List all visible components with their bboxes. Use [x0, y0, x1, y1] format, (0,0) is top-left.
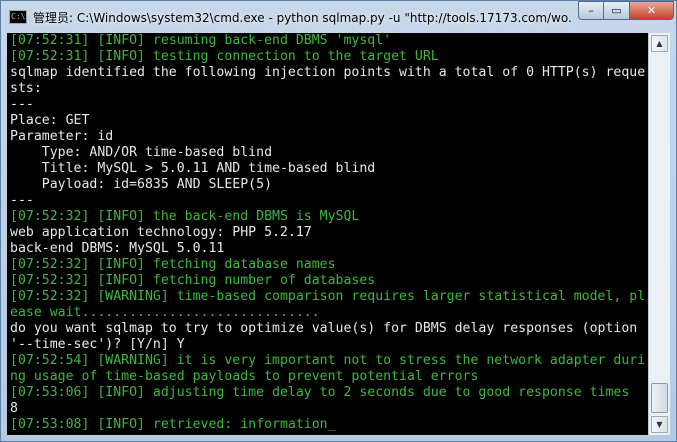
- console-line: 8: [10, 401, 18, 416]
- console-line: [07:53:08] [INFO] retrieved: information…: [10, 417, 336, 432]
- scroll-down-button[interactable]: ▼: [651, 416, 668, 433]
- console-line: [07:52:31] [INFO] testing connection to …: [10, 49, 439, 64]
- console-line: [07:52:54] [WARNING] it is very importan…: [10, 353, 646, 368]
- vertical-scrollbar[interactable]: ▲ ▼: [648, 33, 670, 435]
- console-output[interactable]: [07:52:31] [INFO] resuming back-end DBMS…: [7, 33, 648, 435]
- console-line: Type: AND/OR time-based blind: [10, 145, 273, 160]
- console-line: ---: [10, 193, 34, 208]
- console-line: Payload: id=6835 AND SLEEP(5): [10, 177, 273, 192]
- console-line: '--time-sec')? [Y/n] Y: [10, 337, 185, 352]
- console-line: Parameter: id: [10, 129, 114, 144]
- console-line: Place: GET: [10, 113, 90, 128]
- console-line: web application technology: PHP 5.2.17: [10, 225, 312, 240]
- cmd-window: C:\ 管理员: C:\Windows\system32\cmd.exe - p…: [0, 0, 677, 442]
- scroll-up-button[interactable]: ▲: [651, 35, 668, 52]
- window-title: 管理员: C:\Windows\system32\cmd.exe - pytho…: [33, 10, 573, 25]
- minimize-button[interactable]: –: [578, 1, 604, 20]
- title-bar[interactable]: C:\ 管理员: C:\Windows\system32\cmd.exe - p…: [1, 1, 677, 33]
- console-line: [07:52:32] [INFO] fetching database name…: [10, 257, 336, 272]
- console-line: Title: MySQL > 5.0.11 AND time-based bli…: [10, 161, 376, 176]
- console-line: [07:52:31] [INFO] resuming back-end DBMS…: [10, 33, 392, 48]
- console-line: [07:52:32] [WARNING] time-based comparis…: [10, 289, 646, 304]
- console-line: ---: [10, 97, 34, 112]
- console-line: [07:53:06] [INFO] adjusting time delay t…: [10, 385, 630, 400]
- maximize-button[interactable]: ▭: [604, 1, 630, 20]
- console-line: [07:52:32] [INFO] fetching number of dat…: [10, 273, 376, 288]
- console-line: sqlmap identified the following injectio…: [10, 65, 646, 80]
- console-line: ease wait..............................: [10, 305, 320, 320]
- console-line: [07:52:32] [INFO] the back-end DBMS is M…: [10, 209, 360, 224]
- console-line: back-end DBMS: MySQL 5.0.11: [10, 241, 225, 256]
- cmd-icon: C:\: [9, 10, 27, 24]
- console-line: ng usage of time-based payloads to preve…: [10, 369, 479, 384]
- console-line: sts:: [10, 81, 42, 96]
- scroll-thumb[interactable]: [651, 383, 668, 413]
- console-line: do you want sqlmap to try to optimize va…: [10, 321, 638, 336]
- window-controls: – ▭ ✕: [578, 1, 674, 20]
- close-button[interactable]: ✕: [630, 1, 674, 20]
